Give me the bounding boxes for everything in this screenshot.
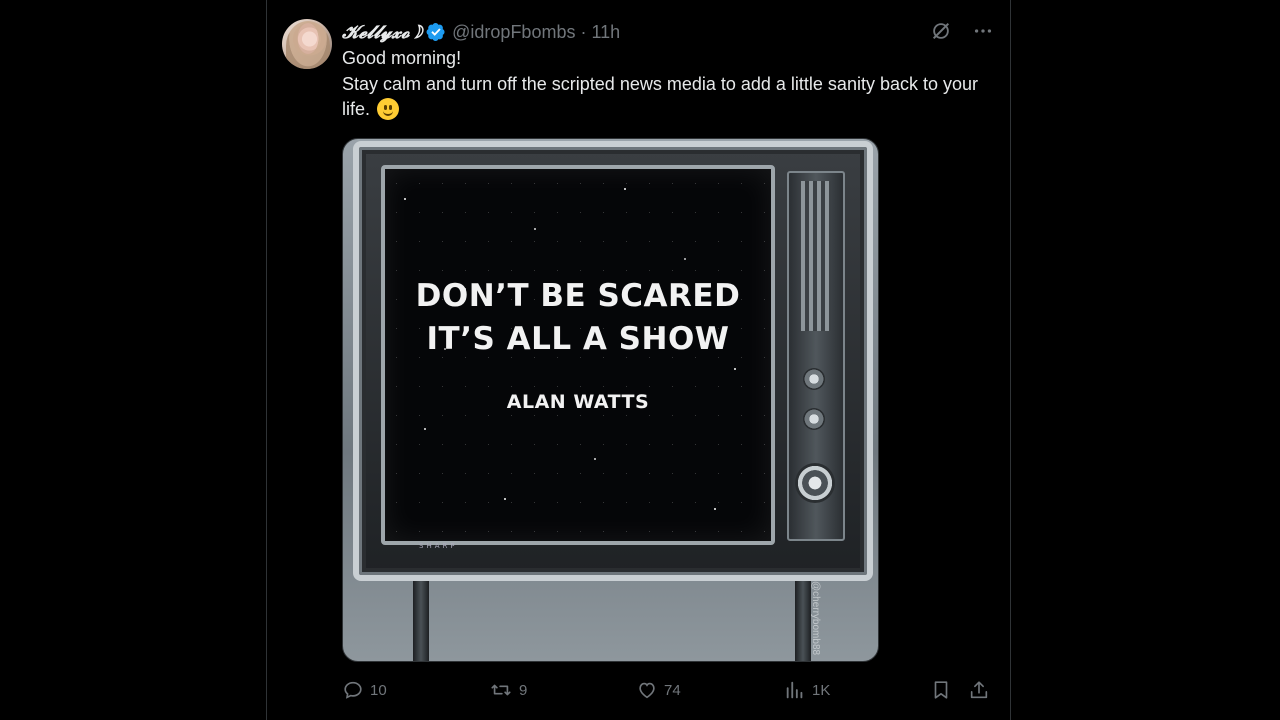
reply-count: 10 xyxy=(370,681,387,699)
display-name[interactable]: 𝓚𝓮𝓵𝓵𝔂𝔁𝓸☽ xyxy=(342,22,422,43)
tweet-header: 𝓚𝓮𝓵𝓵𝔂𝔁𝓸☽ @idropFbombs · 11h xyxy=(342,20,620,44)
tweet-text: Good morning! Stay calm and turn off the… xyxy=(342,46,1002,123)
reply-button[interactable]: 10 xyxy=(342,679,387,701)
views-button[interactable]: 1K xyxy=(784,679,830,701)
tweet-text-line: Good morning! xyxy=(342,48,462,68)
image-watermark: @cherrybomb88 xyxy=(810,581,821,656)
timestamp[interactable]: 11h xyxy=(591,22,620,43)
avatar[interactable] xyxy=(282,19,332,69)
quote-line: IT’S ALL A SHOW xyxy=(426,321,730,357)
bookmark-button[interactable] xyxy=(930,679,952,701)
view-count: 1K xyxy=(812,681,831,699)
user-handle[interactable]: @idropFbombs xyxy=(452,22,575,43)
heart-icon xyxy=(639,682,655,699)
tv-illustration: DON’T BE SCARED IT’S ALL A SHOW ALAN WAT… xyxy=(353,141,873,581)
tv-control-panel xyxy=(787,171,845,541)
image-author: ALAN WATTS xyxy=(506,391,650,413)
tv-screen: DON’T BE SCARED IT’S ALL A SHOW ALAN WAT… xyxy=(381,165,775,545)
share-icon xyxy=(970,681,988,699)
tweet-image[interactable]: DON’T BE SCARED IT’S ALL A SHOW ALAN WAT… xyxy=(342,138,879,662)
bookmark-icon xyxy=(934,681,948,699)
like-button[interactable]: 74 xyxy=(636,679,681,701)
repost-count: 9 xyxy=(519,681,528,699)
more-options-icon[interactable] xyxy=(972,20,994,42)
tv-brand: SHARP xyxy=(419,542,458,550)
verified-badge-icon xyxy=(426,23,445,41)
separator-dot: · xyxy=(580,21,587,42)
tweet-text-line: Stay calm and turn off the scripted news… xyxy=(342,73,979,120)
repost-button[interactable]: 9 xyxy=(489,679,527,701)
grok-icon[interactable] xyxy=(930,20,952,42)
quote-line: DON’T BE SCARED xyxy=(415,278,741,314)
image-quote: DON’T BE SCARED IT’S ALL A SHOW xyxy=(385,275,771,361)
analytics-icon xyxy=(786,681,803,699)
reply-icon xyxy=(344,681,362,699)
share-button[interactable] xyxy=(968,679,990,701)
like-count: 74 xyxy=(664,681,681,699)
tweet-actions: 10 9 74 1K xyxy=(342,679,992,703)
smiling-face-icon xyxy=(377,98,400,120)
repost-icon xyxy=(491,684,511,696)
